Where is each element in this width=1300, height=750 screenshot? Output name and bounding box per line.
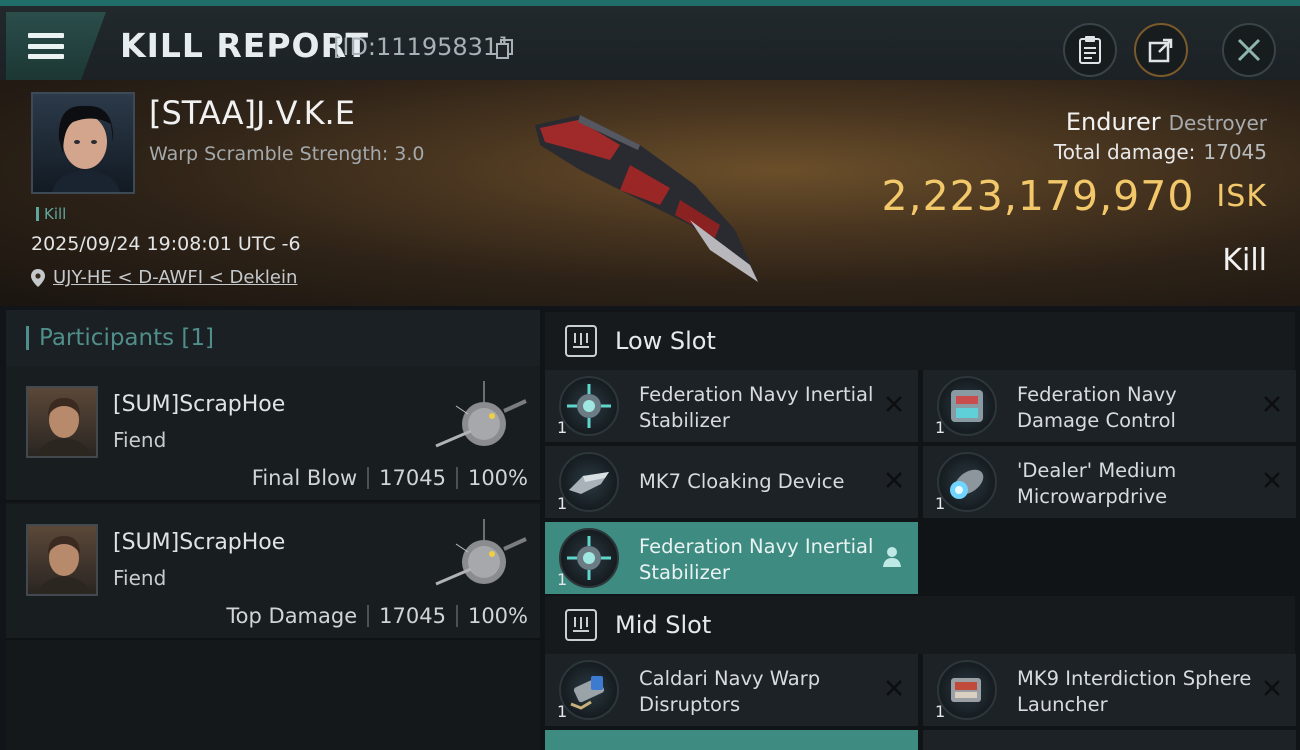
ship-name: Endurer xyxy=(1065,108,1161,136)
participant-stats: Top Damage 17045 100% xyxy=(226,604,528,628)
total-damage: Total damage: 17045 xyxy=(1054,140,1267,164)
module-quantity: 1 xyxy=(557,570,568,589)
hamburger-icon xyxy=(28,33,64,59)
participant-ship: Fiend xyxy=(113,566,167,590)
copy-icon[interactable] xyxy=(496,39,514,59)
microwarpdrive-icon xyxy=(937,452,997,512)
mid-slot-header: Mid Slot xyxy=(545,596,1295,654)
dropped-person-icon xyxy=(883,547,901,567)
participant-card[interactable]: [SUM]ScrapHoe Fiend Final Blow 17045 100… xyxy=(6,366,540,502)
participant-name[interactable]: [SUM]ScrapHoe xyxy=(113,530,285,555)
inertial-stabilizer-icon xyxy=(559,528,619,588)
victim-ship: Endurer Destroyer xyxy=(1066,108,1267,136)
participants-header[interactable]: Participants [1] xyxy=(6,310,540,366)
kill-datetime: 2025/09/24 19:08:01 UTC -6 xyxy=(31,233,301,255)
participant-name[interactable]: [SUM]ScrapHoe xyxy=(113,392,285,417)
close-icon xyxy=(1237,38,1261,62)
isk-amount: 2,223,179,970 xyxy=(881,172,1195,220)
participant-role: Final Blow xyxy=(251,466,358,490)
warp-disruptor-icon xyxy=(559,660,619,720)
result-label: Kill xyxy=(1222,243,1267,278)
damage-control-icon xyxy=(937,376,997,436)
destroyed-x-icon xyxy=(1264,396,1280,412)
top-bar: KILL REPORT [ID:11195831] xyxy=(0,0,1300,80)
module-item[interactable]: 1 MK9 Interdiction Sphere Launcher xyxy=(923,654,1296,726)
kill-location[interactable]: UJY-HE < D-AWFI < Deklein xyxy=(31,267,297,288)
module-quantity: 1 xyxy=(935,702,946,721)
victim-ship-image xyxy=(535,115,760,285)
participant-ship: Fiend xyxy=(113,428,167,452)
module-name: Federation Navy Inertial Stabilizer xyxy=(639,383,874,432)
ship-class: Destroyer xyxy=(1168,111,1267,135)
participant-stats: Final Blow 17045 100% xyxy=(252,466,528,490)
low-slot-header: Low Slot xyxy=(545,312,1295,370)
participant-percent: 100% xyxy=(467,466,528,490)
isk-value: 2,223,179,970 ISK xyxy=(881,172,1267,220)
clipboard-icon xyxy=(1079,36,1101,64)
total-damage-label: Total damage: xyxy=(1053,140,1196,164)
module-name: 'Dealer' Medium Microwarpdrive xyxy=(1017,459,1177,508)
module-quantity: 1 xyxy=(557,418,568,437)
module-name: MK9 Interdiction Sphere Launcher xyxy=(1017,667,1252,716)
menu-button[interactable] xyxy=(6,12,106,80)
module-quantity: 1 xyxy=(557,702,568,721)
destroyed-x-icon xyxy=(886,680,902,696)
share-icon xyxy=(1148,38,1173,63)
participant-damage: 17045 xyxy=(379,604,446,628)
module-quantity: 1 xyxy=(557,494,568,513)
module-item-partial[interactable] xyxy=(923,730,1296,750)
module-name: Federation Navy Damage Control xyxy=(1017,383,1177,432)
module-item-selected[interactable]: 1 Federation Navy Inertial Stabilizer xyxy=(545,522,918,594)
module-item[interactable]: 1 'Dealer' Medium Microwarpdrive xyxy=(923,446,1296,518)
location-link[interactable]: UJY-HE < D-AWFI < Deklein xyxy=(53,267,297,288)
module-item[interactable]: 1 MK7 Cloaking Device xyxy=(545,446,918,518)
module-item[interactable]: 1 Caldari Navy Warp Disruptors xyxy=(545,654,918,726)
module-item-partial[interactable] xyxy=(545,730,918,750)
participant-ship-image xyxy=(435,519,527,586)
total-damage-value: 17045 xyxy=(1203,140,1267,164)
victim-name[interactable]: [STAA]J.V.K.E xyxy=(149,94,355,132)
mid-slot-label: Mid Slot xyxy=(615,611,712,639)
stat-divider xyxy=(367,605,370,627)
low-slot-icon xyxy=(565,325,597,357)
close-button[interactable] xyxy=(1222,23,1276,77)
participant-damage: 17045 xyxy=(379,466,446,490)
module-name: Federation Navy Inertial Stabilizer xyxy=(639,535,874,584)
module-name: MK7 Cloaking Device xyxy=(639,470,845,493)
stat-divider xyxy=(367,467,370,489)
report-id: [ID:11195831] xyxy=(333,33,508,61)
module-quantity: 1 xyxy=(935,418,946,437)
participant-role: Top Damage xyxy=(226,604,358,628)
participant-card[interactable]: [SUM]ScrapHoe Fiend Top Damage 17045 100… xyxy=(6,504,540,640)
destroyed-x-icon xyxy=(886,396,902,412)
sphere-launcher-icon xyxy=(937,660,997,720)
cloaking-device-icon xyxy=(559,452,619,512)
kill-tag: Kill xyxy=(36,205,66,223)
kill-banner: [STAA]J.V.K.E Warp Scramble Strength: 3.… xyxy=(0,80,1300,306)
clipboard-button[interactable] xyxy=(1063,23,1117,77)
destroyed-x-icon xyxy=(1264,680,1280,696)
module-name: Caldari Navy Warp Disruptors xyxy=(639,667,821,716)
participant-avatar[interactable] xyxy=(26,386,98,458)
destroyed-x-icon xyxy=(1264,472,1280,488)
destroyed-x-icon xyxy=(886,472,902,488)
low-slot-label: Low Slot xyxy=(615,327,716,355)
share-button[interactable] xyxy=(1134,23,1188,77)
participants-list: [SUM]ScrapHoe Fiend Final Blow 17045 100… xyxy=(6,366,540,750)
page-title: KILL REPORT xyxy=(120,26,370,65)
participant-avatar[interactable] xyxy=(26,524,98,596)
participant-ship-image xyxy=(435,381,527,448)
module-item[interactable]: 1 Federation Navy Damage Control xyxy=(923,370,1296,442)
module-item[interactable]: 1 Federation Navy Inertial Stabilizer xyxy=(545,370,918,442)
stat-divider xyxy=(455,605,458,627)
module-quantity: 1 xyxy=(935,494,946,513)
warp-scramble-strength: Warp Scramble Strength: 3.0 xyxy=(149,143,425,165)
victim-avatar[interactable] xyxy=(31,92,135,194)
isk-unit: ISK xyxy=(1216,179,1267,214)
mid-slot-icon xyxy=(565,609,597,641)
inertial-stabilizer-icon xyxy=(559,376,619,436)
location-pin-icon xyxy=(31,268,45,287)
participant-percent: 100% xyxy=(467,604,528,628)
stat-divider xyxy=(455,467,458,489)
